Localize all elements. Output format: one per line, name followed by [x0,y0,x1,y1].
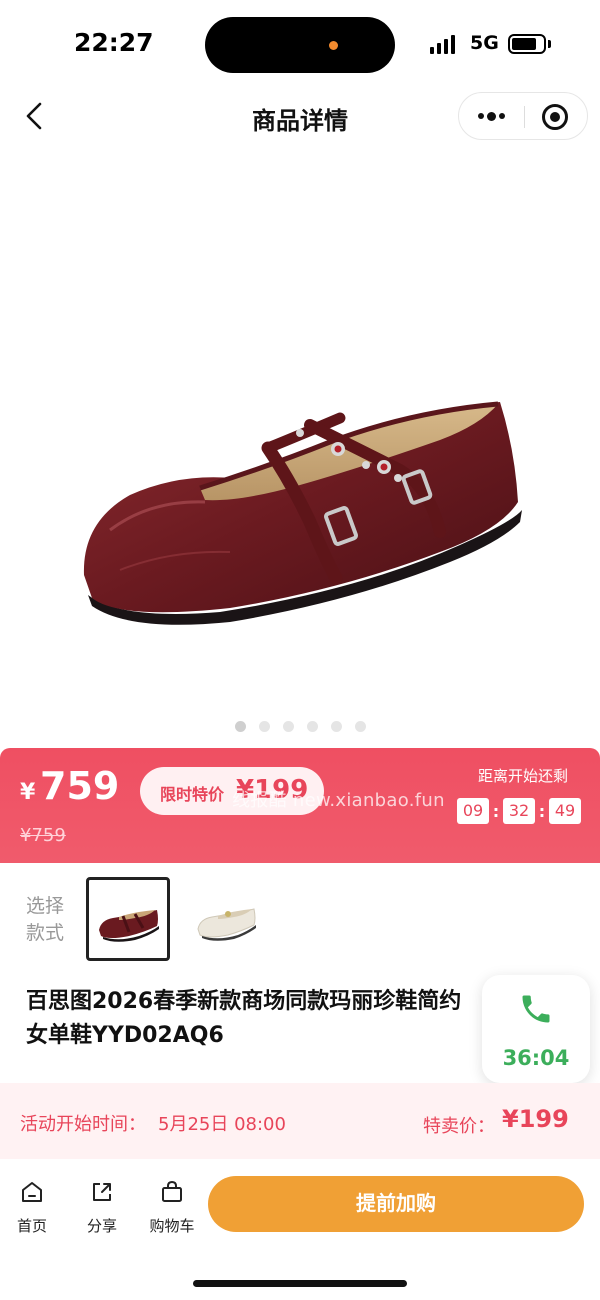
gallery-dot[interactable] [258,721,270,732]
battery-icon [508,34,546,54]
gallery-dot[interactable] [330,721,342,732]
original-price: ¥759 [20,825,66,846]
battery-tip [548,40,551,48]
status-bar: 22:27 5G [0,0,600,90]
capsule-divider [524,106,525,128]
share-icon [93,1183,111,1201]
price-banner: ¥ 759 ¥759 限时特价 ¥199 线报酷 new.xianbao.fun… [0,748,600,863]
current-price: 759 [40,764,120,808]
signal-icon [430,34,455,54]
product-title: 百思图2026春季新款商场同款玛丽珍鞋简约 女单鞋YYD02AQ6 [26,985,466,1053]
white-shoe-thumbnail-icon [197,908,256,941]
countdown-hours: 09 [457,798,489,824]
mini-program-capsule [458,92,588,140]
activity-start-time: 5月25日 08:00 [158,1114,286,1135]
home-indicator [193,1280,407,1287]
gallery-dot[interactable] [234,721,246,732]
product-image[interactable] [0,150,600,710]
product-title-line-1: 百思图2026春季新款商场同款玛丽珍鞋简约 [26,989,462,1014]
countdown-minutes: 32 [503,798,535,824]
currency-symbol: ¥ [20,780,36,805]
network-type: 5G [470,32,499,54]
special-price: ¥199 [502,1105,569,1133]
tab-cart[interactable]: 购物车 [142,1179,202,1236]
shoe-image-icon [83,401,522,625]
gallery-dot[interactable] [354,721,366,732]
countdown-seconds: 49 [549,798,581,824]
nav-bar: 商品详情 [0,90,600,144]
style-selector: 选择款式 [0,868,600,968]
watermark: 线报酷 new.xianbao.fun [232,790,445,811]
burgundy-shoe-thumbnail-icon [99,910,159,942]
tab-share-label: 分享 [86,1217,117,1235]
style-option-burgundy[interactable] [86,877,170,961]
status-time: 22:27 [74,28,154,57]
pre-add-to-cart-button[interactable]: 提前加购 [208,1176,584,1232]
tab-home-label: 首页 [16,1217,47,1235]
activity-start-label: 活动开始时间： [20,1114,146,1135]
target-close-icon[interactable] [542,104,568,130]
product-title-line-2: 女单鞋YYD02AQ6 [26,1023,224,1048]
gallery-dots [0,721,600,732]
bag-icon [162,1180,182,1202]
countdown-separator: : [492,801,500,821]
style-label: 选择款式 [26,895,65,944]
gallery-dot[interactable] [306,721,318,732]
style-option-white[interactable] [188,877,272,961]
tab-cart-label: 购物车 [149,1217,195,1235]
phone-icon [522,995,550,1023]
special-price-label: 特卖价： [423,1116,495,1137]
home-icon [22,1182,42,1202]
more-dots-icon[interactable] [469,102,513,130]
product-detail-page: 22:27 5G 商品详情 ¥ 759 ¥759 限时特价 ¥199 线报酷 n… [0,0,600,1300]
call-bubble[interactable]: 36:04 [482,975,590,1083]
tab-share[interactable]: 分享 [72,1179,132,1236]
gallery-dot[interactable] [282,721,294,732]
call-timer: 36:04 [502,1046,570,1070]
activity-info: 活动开始时间： 5月25日 08:00 特卖价： ¥199 [0,1083,600,1159]
countdown-label: 距离开始还剩 [478,767,569,785]
tab-home[interactable]: 首页 [2,1179,62,1236]
countdown-timer: 09 : 32 : 49 [457,798,581,824]
countdown-separator: : [538,801,546,821]
battery-level [512,38,536,50]
promo-label: 限时特价 [160,785,225,804]
camera-indicator-icon [329,41,338,50]
bottom-action-bar: 首页 分享 购物车 提前加购 [0,1159,600,1259]
dynamic-island [205,17,395,73]
